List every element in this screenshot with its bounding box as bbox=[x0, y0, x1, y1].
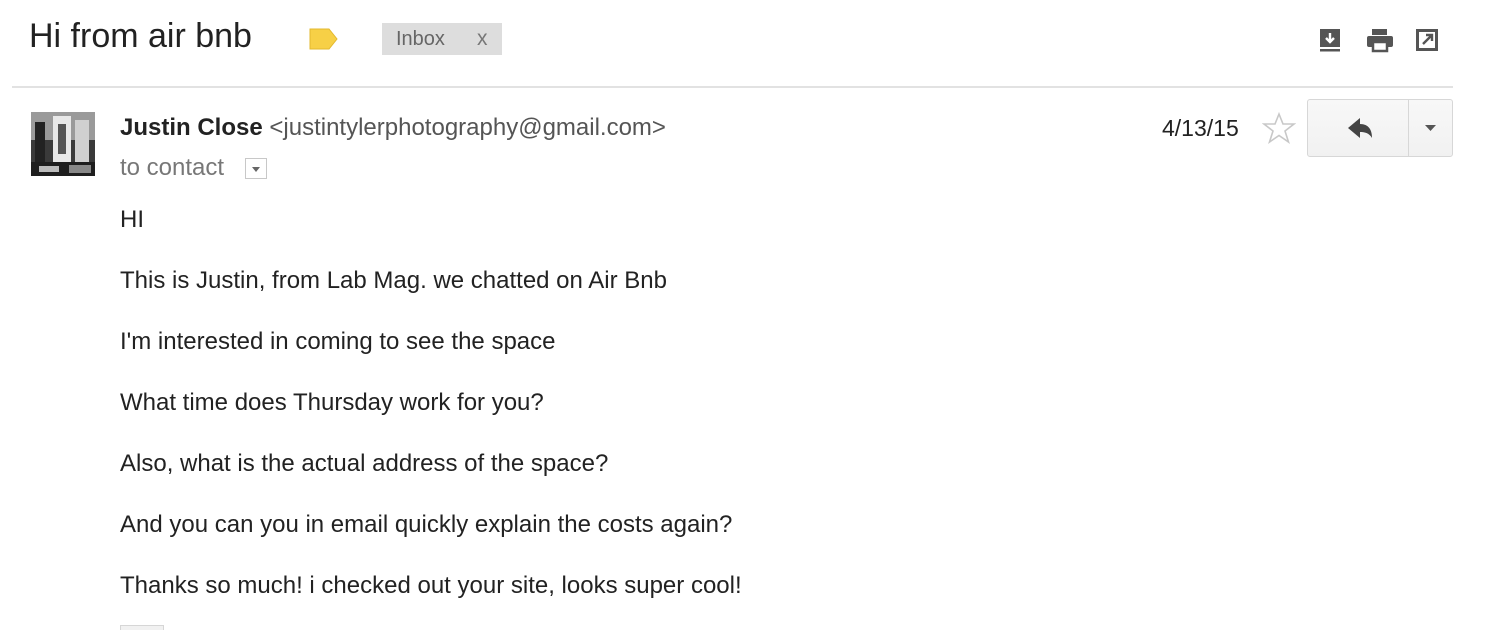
important-label-icon[interactable] bbox=[308, 27, 339, 51]
body-line-7: Thanks so much! i checked out your site,… bbox=[120, 572, 742, 599]
print-icon[interactable] bbox=[1365, 27, 1395, 53]
remove-label-button[interactable]: x bbox=[477, 27, 488, 51]
inbox-label-chip[interactable]: Inbox x bbox=[382, 23, 502, 55]
recipient-details-toggle[interactable] bbox=[245, 158, 267, 179]
header-divider bbox=[12, 86, 1453, 88]
message-date: 4/13/15 bbox=[1162, 115, 1239, 141]
sender-email: <justintylerphotography@gmail.com> bbox=[269, 114, 666, 141]
show-trimmed-content-button[interactable] bbox=[120, 625, 164, 630]
more-actions-button[interactable] bbox=[1409, 100, 1452, 156]
email-subject: Hi from air bnb bbox=[29, 17, 252, 55]
sender-avatar[interactable] bbox=[31, 112, 95, 176]
reply-button-group bbox=[1307, 99, 1453, 157]
sender-name[interactable]: Justin Close bbox=[120, 114, 263, 141]
body-line-4: What time does Thursday work for you? bbox=[120, 389, 544, 416]
new-window-icon[interactable] bbox=[1414, 27, 1440, 53]
inbox-label-text: Inbox bbox=[396, 27, 445, 50]
reply-icon bbox=[1348, 118, 1372, 138]
body-line-6: And you can you in email quickly explain… bbox=[120, 511, 733, 538]
email-view: Hi from air bnb Inbox x Justin Close <ju… bbox=[0, 0, 1500, 630]
reply-button[interactable] bbox=[1308, 100, 1408, 156]
star-icon[interactable] bbox=[1261, 111, 1297, 145]
body-line-5: Also, what is the actual address of the … bbox=[120, 450, 609, 477]
body-line-2: This is Justin, from Lab Mag. we chatted… bbox=[120, 267, 667, 294]
body-line-1: HI bbox=[120, 206, 144, 233]
download-icon[interactable] bbox=[1318, 27, 1344, 53]
recipient-line: to contact bbox=[120, 154, 225, 181]
chevron-down-icon bbox=[1425, 125, 1436, 131]
sender-line: Justin Close <justintylerphotography@gma… bbox=[120, 113, 666, 143]
body-line-3: I'm interested in coming to see the spac… bbox=[120, 328, 556, 355]
caret-down-icon bbox=[252, 167, 260, 172]
